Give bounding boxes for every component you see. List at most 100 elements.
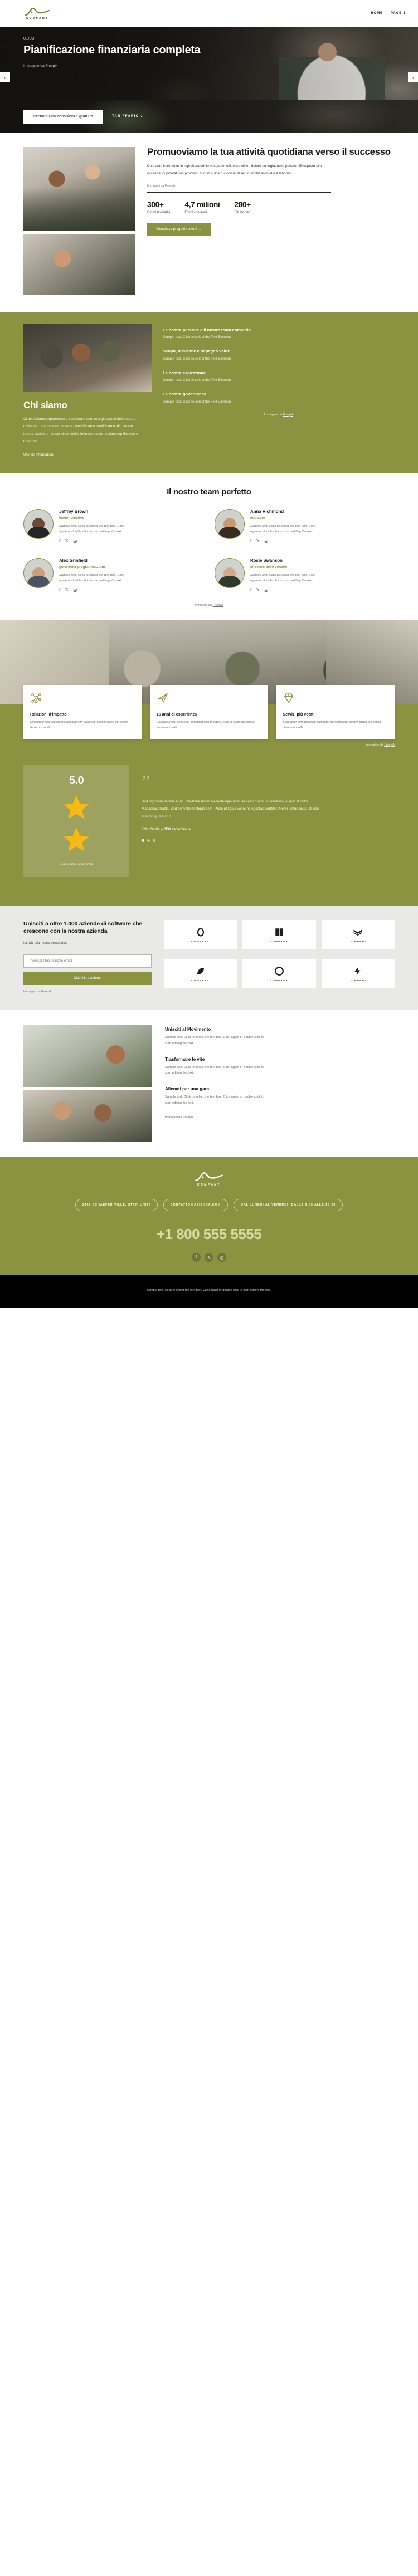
client-logo-label: COMPANY	[348, 979, 367, 982]
client-logo[interactable]: COMPANY	[164, 959, 237, 989]
avatar	[23, 508, 54, 539]
member-social-links: 𝐟 𝕏 ◎	[250, 539, 323, 543]
about-list-item: Scopo, missione e impegno valori Sample …	[163, 349, 395, 360]
facebook-icon[interactable]: 𝐟	[59, 539, 61, 543]
member-role: leader creativo	[59, 516, 85, 520]
instagram-icon[interactable]: ◎	[264, 588, 268, 592]
leaf-mark-icon	[197, 968, 204, 975]
instagram-icon[interactable]: ◎	[217, 1253, 226, 1262]
stat-value: 280+	[234, 199, 251, 209]
stat-item: 4,7 milioni Fondi concessi	[184, 200, 220, 215]
rating-score: 5.0	[69, 774, 84, 787]
hero-credit-prefix: Immagine da	[23, 64, 46, 68]
client-logo[interactable]: COMPANY	[242, 959, 316, 989]
hero-section: 01/03 Pianificazione finanziaria complet…	[0, 27, 418, 100]
footer-brand-logo[interactable]: COMPANY	[0, 1172, 418, 1187]
footer-bottom-bar: Sample text. Click to select the text bo…	[0, 1275, 418, 1308]
member-role: guru della programmazione	[59, 565, 106, 570]
x-twitter-icon[interactable]: 𝕏	[256, 539, 260, 543]
movement-item-title: Trasformare le vite	[165, 1056, 205, 1062]
about-credit-prefix: Immagine da	[264, 413, 283, 417]
about-heading: Chi siamo	[23, 400, 67, 410]
view-recent-projects-button[interactable]: Visualizza progetti recenti →	[147, 223, 211, 236]
hero-cta-bar: Prenota una consulenza gratuita TARIFFAR…	[0, 100, 418, 133]
features-section: Relazioni d'impatto Excepteur sint occae…	[0, 685, 418, 906]
member-name: Rosie Swanson	[250, 558, 283, 564]
team-credit-link[interactable]: Freepik	[213, 604, 223, 607]
quote-mark-icon: ”	[142, 771, 150, 792]
email-field[interactable]	[23, 954, 152, 968]
client-logo[interactable]: COMPANY	[164, 920, 237, 949]
features-credit-link[interactable]: Freepik	[384, 743, 395, 747]
newsletter-credit-prefix: Immagini da	[23, 990, 42, 994]
promo-credit-link[interactable]: Freepik	[165, 184, 176, 188]
team-grid: Jeffrey Brown leader creativo Sample tex…	[0, 508, 418, 593]
footer-phone[interactable]: +1 800 555 5555	[0, 1226, 418, 1243]
facebook-icon[interactable]: 𝐟	[59, 588, 61, 592]
hero-prev-arrow[interactable]: ‹	[0, 72, 10, 82]
about-more-link[interactable]: Ulteriori informazioni	[23, 453, 54, 458]
movement-credit-link[interactable]: Freepik	[183, 1116, 193, 1119]
chevron-down-icon: ▾	[140, 115, 143, 119]
facebook-icon[interactable]: 𝐟	[250, 588, 252, 592]
promo-divider	[147, 192, 331, 193]
promo-section: Promuoviamo la tua attività quotidiana v…	[0, 133, 418, 312]
x-twitter-icon[interactable]: 𝕏	[65, 588, 69, 592]
stat-label: Siti lanciati	[234, 211, 251, 215]
feature-card: 15 anni di esperienza Excepteur sint occ…	[149, 685, 269, 739]
promo-image-credit: Immagini da Freepik	[147, 184, 395, 188]
pricing-dropdown[interactable]: TARIFFARIO ▾	[112, 115, 143, 119]
get-demo-button[interactable]: Ottieni la tua demo	[23, 972, 152, 985]
leave-review-link[interactable]: Lascia una recensione	[59, 863, 94, 868]
client-logo-label: COMPANY	[270, 979, 289, 982]
movement-media	[23, 1025, 152, 1142]
member-social-links: 𝐟 𝕏 ◎	[59, 588, 132, 592]
page-root: COMPANY HOME PAGE 1 01/03 Pianificazione…	[0, 0, 418, 1308]
client-logo[interactable]: COMPANY	[321, 959, 395, 989]
footer-address-pill[interactable]: 2469 SCHAEFER VILLE, STATI UNITI	[75, 1199, 158, 1212]
promo-media	[23, 147, 135, 295]
brand-logo[interactable]: COMPANY	[25, 7, 50, 20]
instagram-icon[interactable]: ◎	[73, 588, 77, 592]
ring-mark-icon	[275, 967, 284, 976]
promo-paragraph: Duis aute irure dolor in reprehenderit i…	[147, 164, 322, 176]
promo-photo-bottom	[23, 234, 135, 295]
carousel-dot[interactable]	[147, 839, 150, 843]
team-section: Il nostro team perfetto Jeffrey Brown le…	[0, 472, 418, 621]
client-logo[interactable]: COMPANY	[242, 920, 316, 949]
about-list-item: La nostra aspirazione Sample text. Click…	[163, 370, 395, 382]
stat-value: 300+	[147, 199, 164, 209]
client-logo[interactable]: COMPANY	[321, 920, 395, 949]
movement-item-text: Sample text. Click to select the text bo…	[165, 1036, 264, 1045]
movement-item: Unisciti al Movimento Sample text. Click…	[165, 1027, 395, 1046]
x-twitter-icon[interactable]: 𝕏	[205, 1253, 213, 1262]
instagram-icon[interactable]: ◎	[73, 539, 77, 543]
nav-item-home[interactable]: HOME	[371, 12, 383, 15]
book-mark-icon	[275, 928, 283, 936]
review-section: 5.0 Lascia una recensione ” Sed dignissi…	[0, 761, 418, 893]
instagram-icon[interactable]: ◎	[264, 539, 268, 543]
team-member-card: Jeffrey Brown leader creativo Sample tex…	[23, 508, 203, 543]
hero-next-arrow[interactable]: ›	[408, 72, 418, 82]
team-image-credit: Immagini da Freepik	[0, 604, 418, 607]
carousel-dot[interactable]	[153, 839, 155, 843]
carousel-dot[interactable]	[142, 839, 144, 843]
facebook-icon[interactable]: 𝐟	[250, 539, 252, 543]
team-member-card: Alex Grinfield guru della programmazione…	[23, 558, 203, 592]
footer-email-pill[interactable]: CONTATTO@AZIENDA.COM	[163, 1199, 229, 1212]
team-heading: Il nostro team perfetto	[167, 487, 251, 497]
x-twitter-icon[interactable]: 𝕏	[65, 539, 69, 543]
footer-hours-pill[interactable]: DAL LUNEDÌ AL VENERDÌ: DALLE 9:00 ALLE 1…	[234, 1199, 343, 1212]
book-consultation-button[interactable]: Prenota una consulenza gratuita	[23, 109, 103, 124]
movement-item-text: Sample text. Click to select the text bo…	[165, 1095, 264, 1105]
x-twitter-icon[interactable]: 𝕏	[256, 588, 260, 592]
newsletter-credit-link[interactable]: Freepik	[41, 990, 52, 993]
client-logo-grid: COMPANY COMPANY COMPANY COMPANY COMPANY …	[164, 920, 395, 994]
about-credit-link[interactable]: Freepik	[283, 413, 294, 417]
footer-bottom-text: Sample text. Click to select the text bo…	[147, 1289, 271, 1292]
facebook-icon[interactable]: 𝐟	[192, 1253, 201, 1262]
hero-credit-link[interactable]: Freepik	[45, 64, 57, 68]
member-social-links: 𝐟 𝕏 ◎	[250, 588, 323, 592]
about-list-item: Le nostre persone e il nostro team coman…	[163, 327, 395, 339]
nav-item-page1[interactable]: PAGE 1	[391, 12, 406, 15]
